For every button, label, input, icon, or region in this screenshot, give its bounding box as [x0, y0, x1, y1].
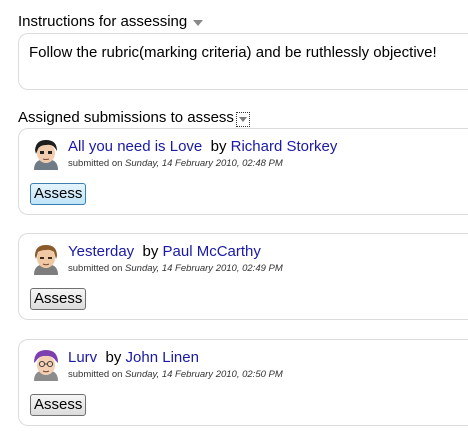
submitted-on-label: submitted on [68, 263, 123, 274]
author-link[interactable]: John Linen [126, 349, 199, 366]
assigned-submissions-heading-label: Assigned submissions to assess [18, 109, 234, 126]
assess-button[interactable]: Assess [30, 183, 87, 205]
assigned-submissions-heading[interactable]: Assigned submissions to assess [18, 109, 250, 127]
submission-title-line: All you need is Love by Richard Storkey [68, 138, 337, 156]
instructions-heading-label: Instructions for assessing [18, 13, 188, 30]
submission-date-line: submitted on Sunday, 14 February 2010, 0… [68, 263, 283, 275]
author-link[interactable]: Paul McCarthy [163, 243, 261, 260]
submission-card: All you need is Love by Richard Storkey … [18, 128, 468, 215]
submission-title-link[interactable]: All you need is Love [68, 138, 202, 155]
submitted-on-label: submitted on [68, 158, 123, 169]
chevron-down-icon[interactable] [193, 20, 204, 26]
chevron-down-icon[interactable] [235, 111, 250, 127]
submission-title-link[interactable]: Lurv [68, 349, 97, 366]
submission-card: Lurv by John Linen submitted on Sunday, … [18, 339, 468, 426]
instructions-text: Follow the rubric(marking criteria) and … [29, 44, 437, 61]
submission-date: Sunday, 14 February 2010, 02:49 PM [125, 263, 283, 274]
user-avatar-purple-hair-icon [30, 349, 62, 381]
submission-card: Yesterday by Paul McCarthy submitted on … [18, 233, 468, 320]
assess-button[interactable]: Assess [30, 394, 87, 416]
assess-button[interactable]: Assess [30, 288, 87, 310]
by-label: by [142, 243, 159, 260]
submission-date: Sunday, 14 February 2010, 02:50 PM [125, 369, 283, 380]
submitted-on-label: submitted on [68, 369, 123, 380]
submission-date-line: submitted on Sunday, 14 February 2010, 0… [68, 158, 283, 170]
submission-date: Sunday, 14 February 2010, 02:48 PM [125, 158, 283, 169]
by-label: by [210, 138, 227, 155]
submission-title-line: Yesterday by Paul McCarthy [68, 243, 261, 261]
submission-title-link[interactable]: Yesterday [68, 243, 134, 260]
by-label: by [105, 349, 122, 366]
user-avatar-dark-hair-icon [30, 138, 62, 170]
user-avatar-brown-hair-icon [30, 243, 62, 275]
submission-title-line: Lurv by John Linen [68, 349, 199, 367]
instructions-heading[interactable]: Instructions for assessing [18, 13, 204, 31]
page: Instructions for assessing Follow the ru… [0, 0, 468, 431]
author-link[interactable]: Richard Storkey [231, 138, 338, 155]
submission-date-line: submitted on Sunday, 14 February 2010, 0… [68, 369, 283, 381]
instructions-box: Follow the rubric(marking criteria) and … [18, 33, 468, 90]
